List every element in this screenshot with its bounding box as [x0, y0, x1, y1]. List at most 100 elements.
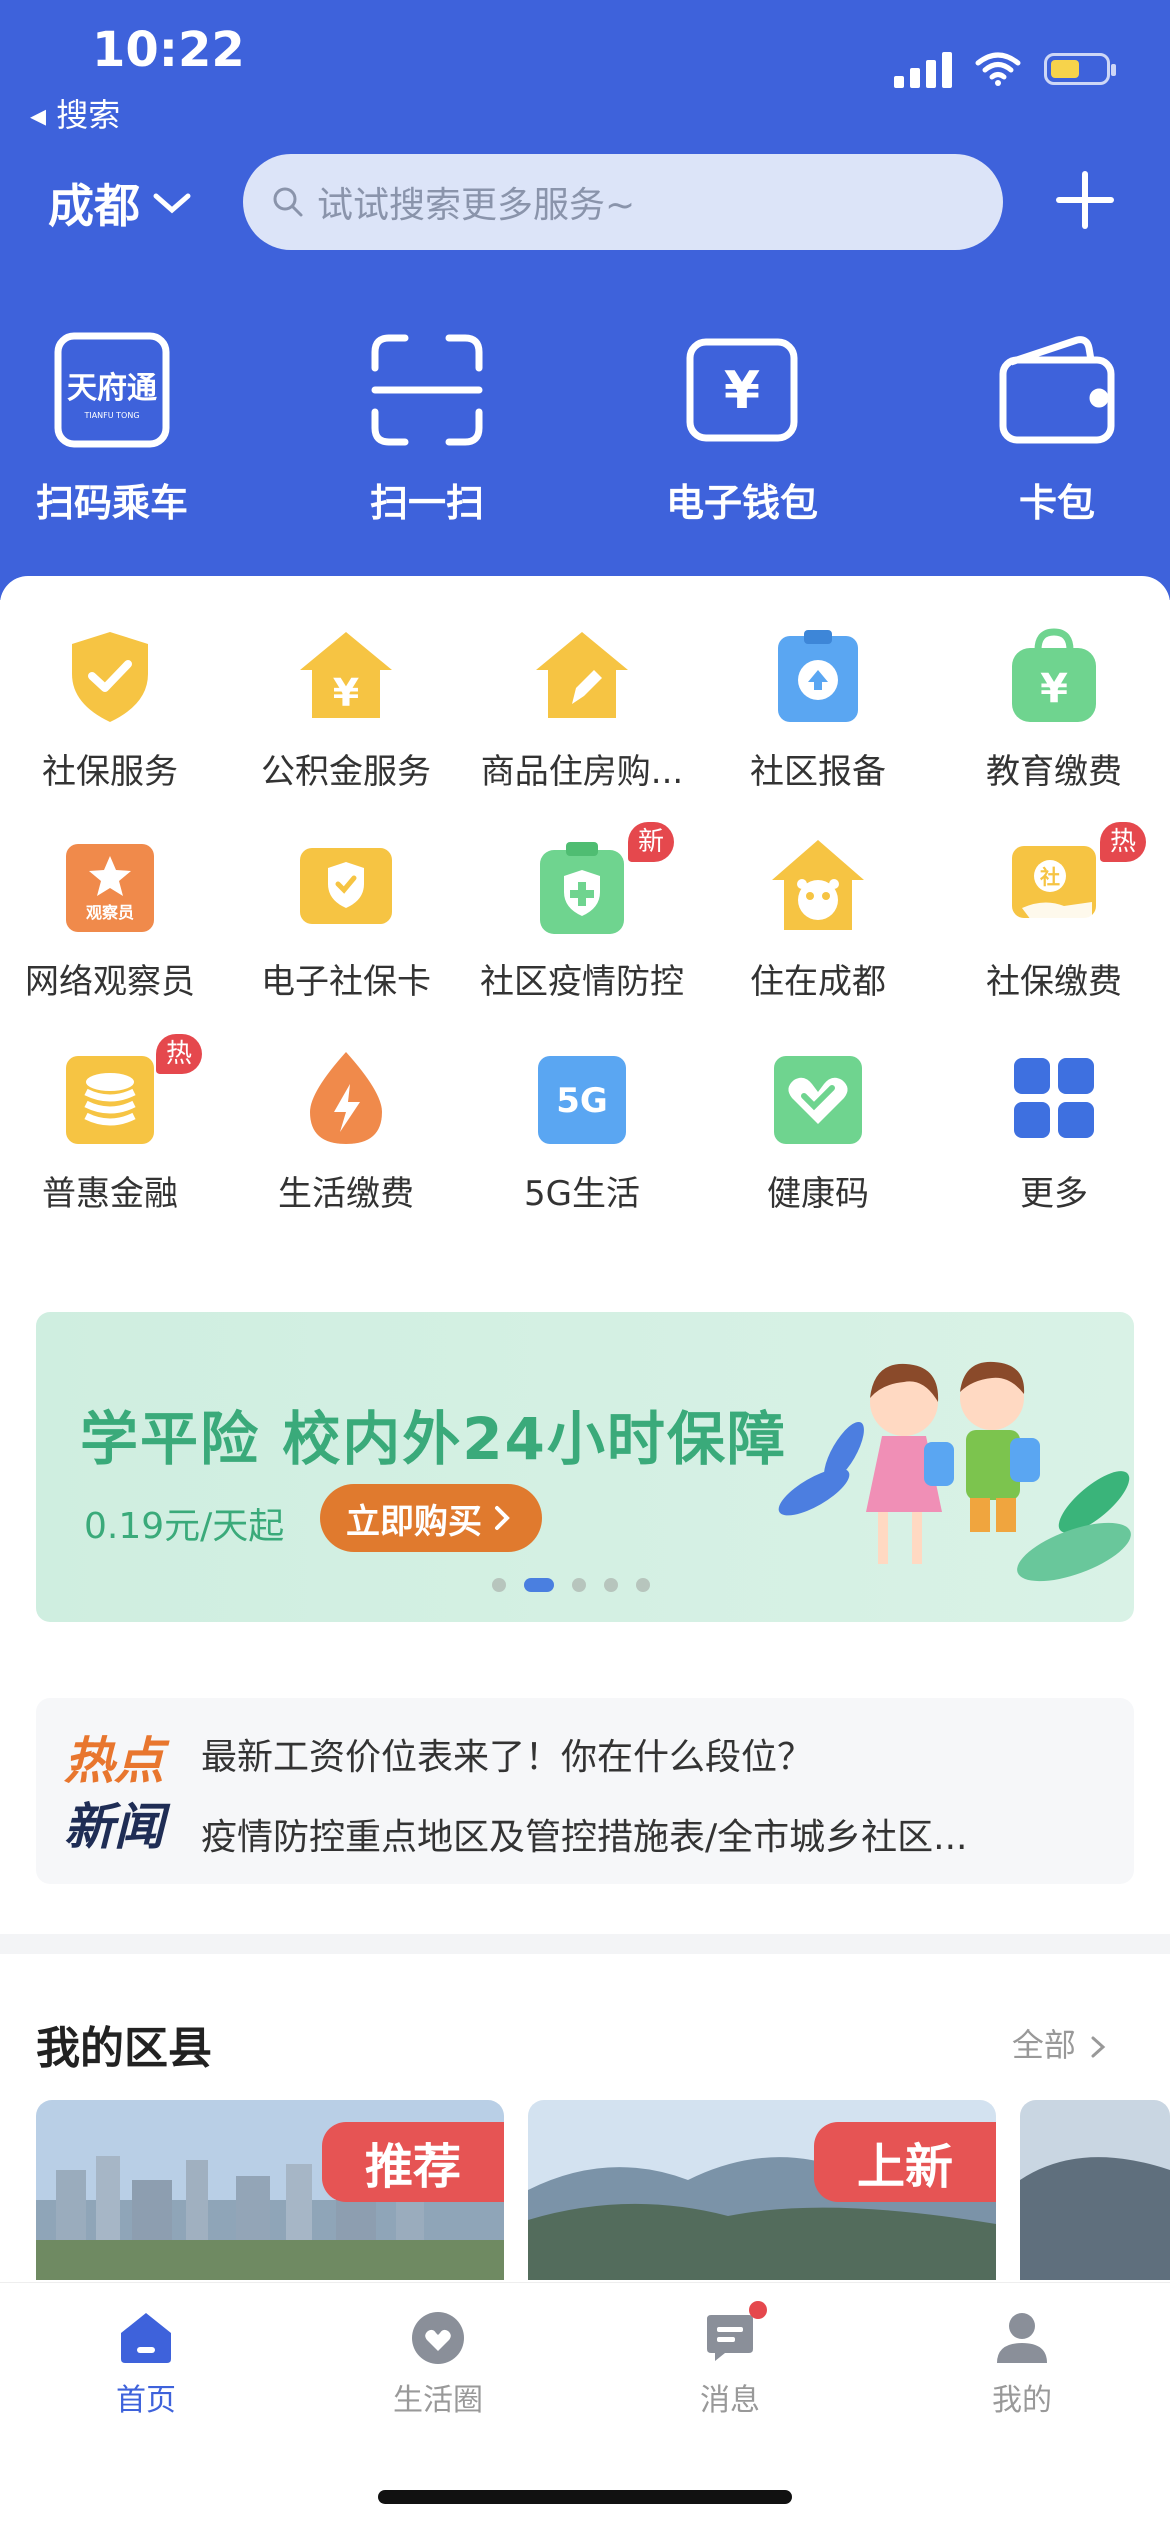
buy-now-button[interactable]: 立即购买: [320, 1484, 542, 1552]
service-social-security[interactable]: 社保服务: [0, 626, 228, 793]
carousel-dot[interactable]: [636, 1578, 650, 1592]
quick-label: 扫一扫: [369, 481, 484, 525]
news-item[interactable]: 疫情防控重点地区及管控措施表/全市城乡社区...: [201, 1808, 1081, 1860]
chevron-right-icon: [495, 1506, 510, 1530]
battery-icon: [1044, 53, 1116, 85]
observer-star-icon: 观察员: [60, 836, 160, 936]
card-wallet-icon: [997, 330, 1117, 450]
quick-label: 扫码乘车: [35, 481, 188, 525]
buy-now-label: 立即购买: [346, 1501, 482, 1542]
header: 10:22 ◂ 搜索 成都 试试搜索更多服务~ 天府通 TIANFU TONG: [0, 0, 1170, 600]
tab-home[interactable]: 首页: [46, 2309, 246, 2419]
signal-icon: [894, 50, 952, 88]
chevron-down-icon: [153, 193, 191, 214]
chevron-right-icon: [1091, 2036, 1106, 2058]
city-selector[interactable]: 成都: [48, 170, 192, 236]
hot-news[interactable]: 热点 新闻 最新工资价位表来了！你在什么段位？ 疫情防控重点地区及管控措施表/全…: [36, 1698, 1134, 1884]
carousel-dot[interactable]: [492, 1578, 506, 1592]
status-icons: [894, 50, 1116, 88]
tab-label: 首页: [116, 2383, 176, 2418]
view-all-link[interactable]: 全部: [1012, 2020, 1110, 2066]
quick-scan-ride[interactable]: 天府通 TIANFU TONG 扫码乘车: [2, 330, 222, 527]
social-card-icon: [296, 836, 396, 936]
service-label: 公积金服务: [261, 752, 431, 792]
service-life-payment[interactable]: 生活缴费: [228, 1048, 464, 1215]
shield-check-icon: [60, 626, 160, 726]
tab-label: 生活圈: [393, 2383, 483, 2418]
service-health-code[interactable]: 健康码: [700, 1048, 936, 1215]
service-social-payment[interactable]: 社 热 社保缴费: [936, 822, 1170, 1003]
service-label: 社保服务: [42, 752, 178, 792]
girl-figure: [866, 1363, 954, 1564]
tab-messages[interactable]: 消息: [630, 2301, 830, 2419]
service-label: 更多: [1020, 1174, 1088, 1214]
banner-price: 0.19元/天起: [84, 1506, 285, 1547]
tab-me[interactable]: 我的: [922, 2309, 1122, 2419]
insurance-banner[interactable]: 学平险 校内外24小时保障 0.19元/天起 立即购买: [36, 1312, 1134, 1622]
new-badge: 新: [627, 822, 674, 862]
hot-news-tag: 热点 新闻: [64, 1728, 164, 1860]
carousel-dots[interactable]: [492, 1578, 650, 1592]
service-community-report[interactable]: 社区报备: [700, 626, 936, 793]
service-label: 5G生活: [524, 1174, 640, 1214]
hot-badge: 热: [1099, 822, 1146, 862]
yuan-symbol: ¥: [333, 671, 359, 715]
lightning-drop-icon: [296, 1048, 396, 1148]
quick-e-wallet[interactable]: ¥ 电子钱包: [632, 330, 852, 527]
district-card[interactable]: [1020, 2100, 1170, 2280]
service-5g-life[interactable]: 5G 5G生活: [464, 1048, 700, 1215]
service-label: 普惠金融: [42, 1174, 178, 1214]
service-live-in-chengdu[interactable]: 住在成都: [700, 836, 936, 1003]
5g-text: 5G: [556, 1081, 608, 1121]
heart-location-icon: [409, 2309, 467, 2367]
banner-title: 学平险 校内外24小时保障: [80, 1405, 787, 1473]
service-network-observer[interactable]: 观察员 网络观察员: [0, 836, 228, 1003]
carousel-dot[interactable]: [572, 1578, 586, 1592]
quick-card-wallet[interactable]: 卡包: [947, 330, 1167, 527]
service-education-payment[interactable]: ¥ 教育缴费: [936, 626, 1170, 793]
kids-illustration: [778, 1361, 1131, 1582]
service-label: 教育缴费: [986, 752, 1122, 792]
section-title: 我的区县: [36, 2023, 212, 2074]
district-card[interactable]: 推荐: [36, 2100, 504, 2280]
service-more[interactable]: 更多: [936, 1048, 1170, 1215]
service-label: 社区报备: [750, 752, 886, 792]
hot-news-tag-line2: 新闻: [64, 1798, 164, 1856]
view-all-label: 全部: [1011, 2026, 1076, 2064]
medical-kit-icon: 新: [532, 822, 674, 936]
district-card[interactable]: 上新: [528, 2100, 996, 2280]
home-indicator: [378, 2490, 792, 2504]
service-inclusive-finance[interactable]: 热 普惠金融: [0, 1034, 228, 1215]
coins-icon: 热: [60, 1034, 202, 1148]
search-placeholder: 试试搜索更多服务~: [317, 185, 636, 226]
service-e-social-card[interactable]: 电子社保卡: [228, 836, 464, 1003]
service-label: 社区疫情防控: [480, 962, 684, 1002]
service-label: 电子社保卡: [261, 962, 431, 1002]
quick-scan[interactable]: 扫一扫: [317, 330, 537, 527]
yuan-wallet-icon: ¥: [682, 330, 802, 450]
person-icon: [993, 2309, 1051, 2367]
service-commercial-housing[interactable]: 商品住房购...: [464, 626, 700, 793]
search-input[interactable]: 试试搜索更多服务~: [243, 154, 1003, 250]
search-icon: [273, 187, 303, 217]
service-label: 商品住房购...: [480, 752, 684, 792]
service-housing-fund[interactable]: ¥ 公积金服务: [228, 626, 464, 793]
hot-news-tag-line1: 热点: [64, 1732, 164, 1790]
service-label: 住在成都: [750, 962, 886, 1002]
hot-badge: 热: [155, 1034, 202, 1074]
status-time: 10:22: [92, 22, 245, 78]
news-item[interactable]: 最新工资价位表来了！你在什么段位？: [201, 1728, 1081, 1780]
service-label: 健康码: [767, 1174, 869, 1214]
tab-label: 我的: [992, 2383, 1052, 2418]
service-epidemic-control[interactable]: 新 社区疫情防控: [464, 822, 700, 1003]
carousel-dot[interactable]: [604, 1578, 618, 1592]
yuan-symbol: ¥: [724, 361, 760, 421]
social-symbol: 社: [1039, 865, 1060, 889]
yuan-symbol: ¥: [1040, 666, 1068, 712]
unread-dot: [749, 2301, 767, 2319]
carousel-dot-active[interactable]: [524, 1578, 554, 1592]
tab-life-circle[interactable]: 生活圈: [338, 2309, 538, 2419]
back-to-search-link[interactable]: ◂ 搜索: [30, 90, 120, 136]
add-icon[interactable]: [1055, 170, 1115, 230]
observer-text: 观察员: [86, 903, 134, 922]
